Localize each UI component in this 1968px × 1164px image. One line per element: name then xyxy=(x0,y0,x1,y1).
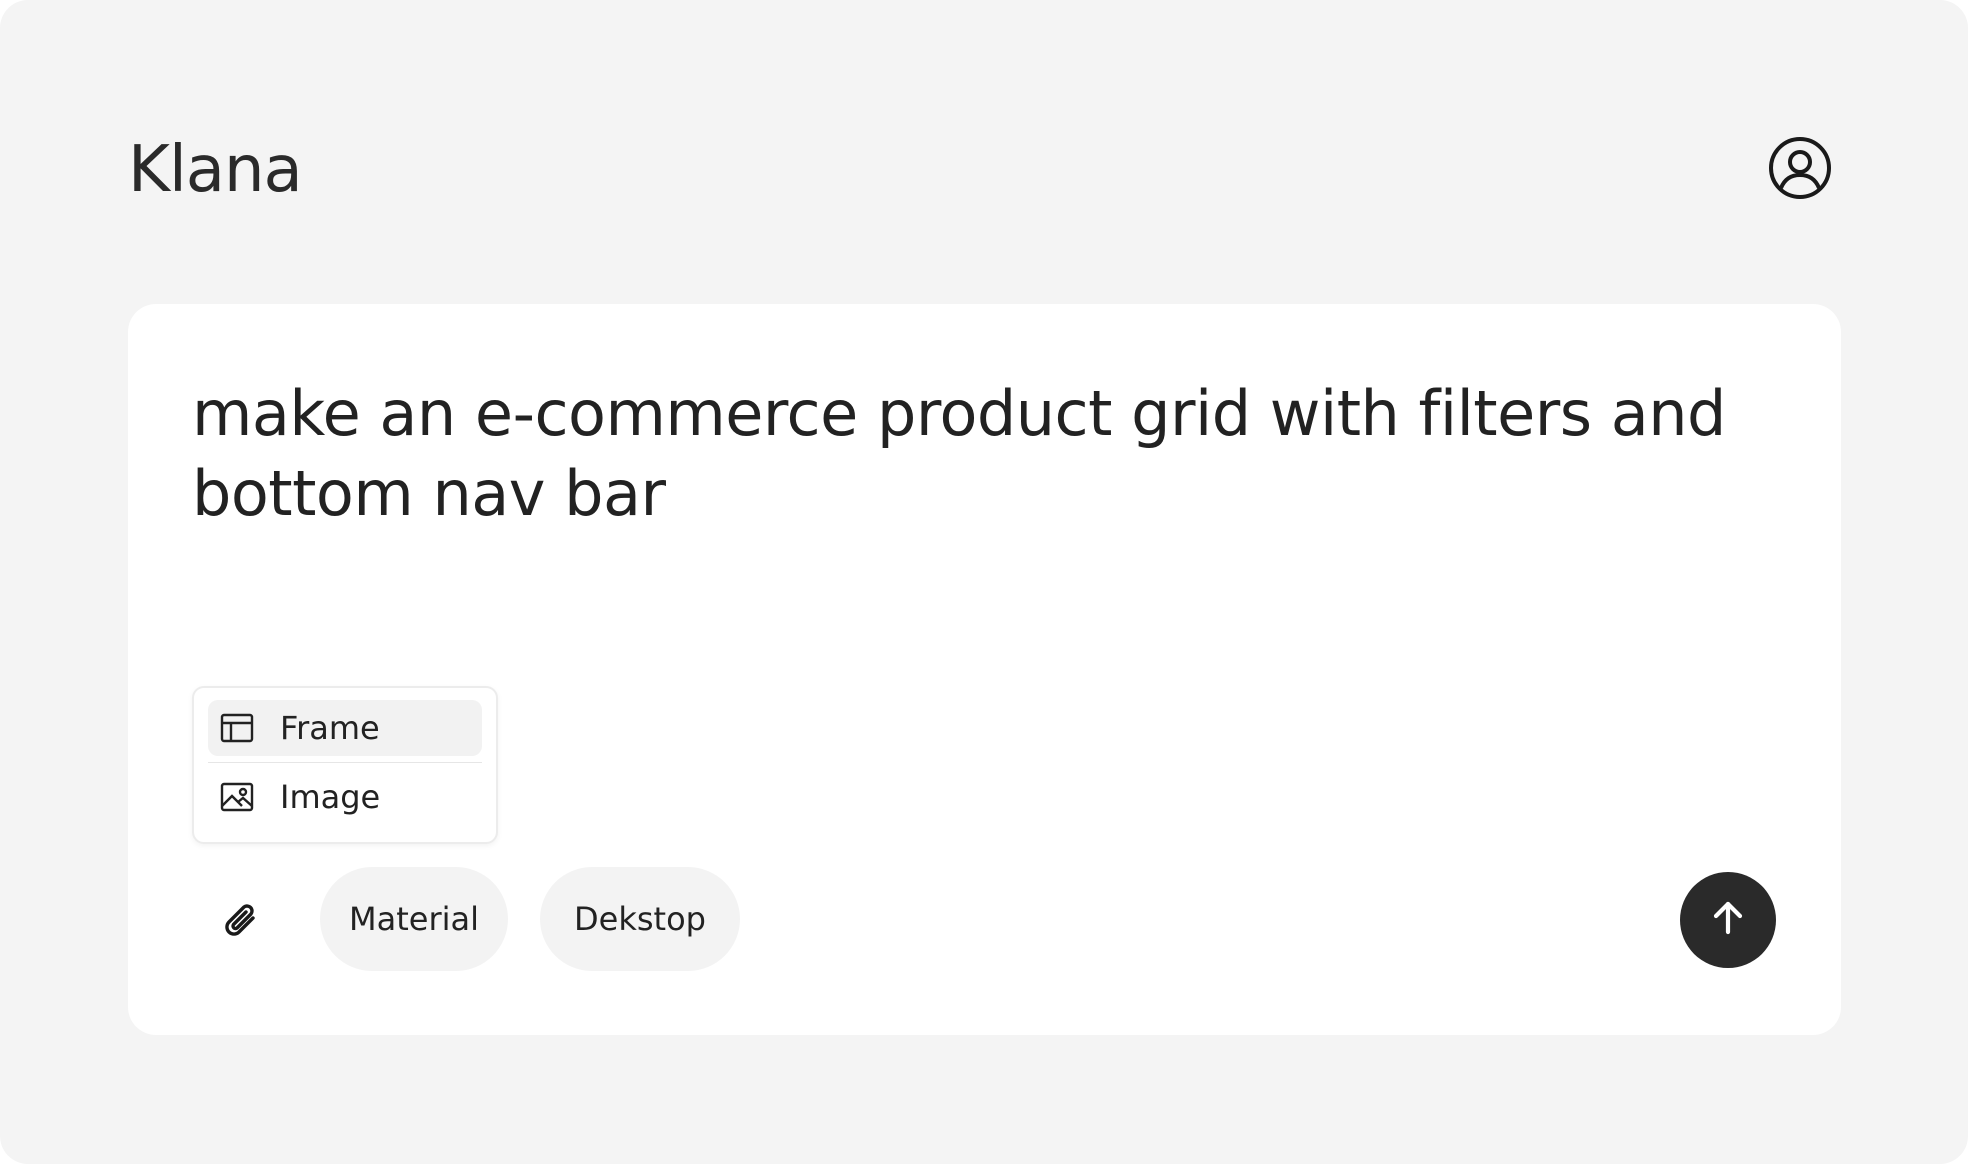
brand-logo: Klana xyxy=(128,133,303,207)
app-window: Klana make an e-commerce product grid wi… xyxy=(0,0,1968,1164)
arrow-up-icon xyxy=(1708,898,1748,942)
menu-item-image[interactable]: Image xyxy=(208,769,482,825)
menu-item-label: Image xyxy=(280,778,381,816)
chip-desktop[interactable]: Dekstop xyxy=(540,867,740,971)
user-circle-icon xyxy=(1767,135,1833,205)
prompt-composer: make an e-commerce product grid with fil… xyxy=(128,304,1841,1035)
menu-item-frame[interactable]: Frame xyxy=(208,700,482,756)
chip-material[interactable]: Material xyxy=(320,867,508,971)
attach-button[interactable] xyxy=(212,894,272,954)
menu-item-label: Frame xyxy=(280,709,380,747)
send-button[interactable] xyxy=(1680,872,1776,968)
paperclip-icon xyxy=(220,900,264,948)
frame-icon xyxy=(220,711,254,745)
attach-menu: Frame Image xyxy=(192,686,498,844)
prompt-input[interactable]: make an e-commerce product grid with fil… xyxy=(192,374,1772,534)
image-icon xyxy=(220,780,254,814)
profile-button[interactable] xyxy=(1762,132,1838,208)
menu-divider xyxy=(208,762,482,763)
